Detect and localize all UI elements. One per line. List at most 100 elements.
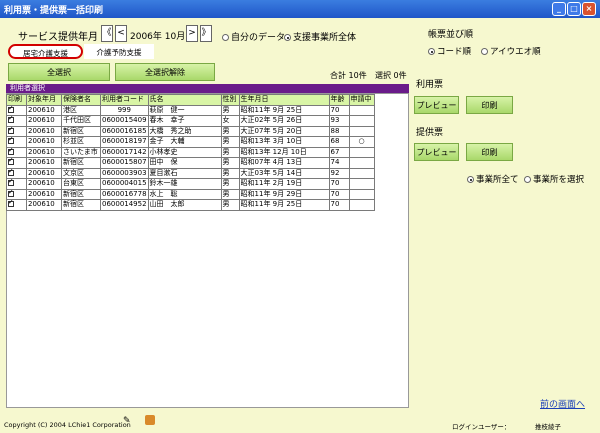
tab-kaigo-yobo-shien[interactable]: 介護予防支援	[84, 44, 154, 59]
print-checkbox[interactable]	[8, 127, 14, 134]
prev-month-button[interactable]: <	[115, 25, 127, 42]
cell-pending	[348, 167, 375, 179]
cell-birthdate: 昭和11年 2月 19日	[238, 178, 330, 190]
print-checkbox[interactable]	[8, 179, 14, 187]
table-row[interactable]: 200610文京区0600003903夏目漱石男大正03年 5月 14日92	[6, 167, 375, 179]
cell-print[interactable]	[6, 104, 27, 116]
cell-month: 200610	[26, 199, 62, 211]
teikyohyo-preview-button[interactable]: プレビュー	[414, 143, 459, 161]
table-row[interactable]: 200610新宿区0600016778水上 聡男昭和11年 9月 29日70	[6, 188, 375, 200]
table-row[interactable]: 200610さいたま市0600017142小林孝史男昭和13年 12月 10日6…	[6, 146, 375, 158]
print-checkbox[interactable]	[8, 200, 14, 208]
office-select-radio[interactable]: 事業所を選択	[524, 173, 584, 185]
office-all-radio[interactable]: 事業所全て	[467, 173, 519, 185]
cell-sex: 男	[220, 167, 240, 179]
cell-pending	[348, 178, 375, 190]
cell-insurer: 港区	[61, 104, 101, 116]
riyohyo-preview-button[interactable]: プレビュー	[414, 96, 459, 114]
teikyohyo-print-button[interactable]: 印刷	[466, 143, 513, 161]
maximize-button[interactable]: □	[567, 2, 581, 16]
cell-insurer: 新宿区	[61, 157, 101, 169]
cell-print[interactable]	[6, 178, 27, 190]
cell-birthdate: 大正07年 5月 20日	[238, 125, 330, 137]
cell-pending	[348, 157, 375, 169]
sort-kana-radio[interactable]: アイウエオ順	[481, 45, 541, 57]
cell-insurer: 台東区	[61, 178, 101, 190]
sort-code-radio[interactable]: コード順	[428, 45, 471, 57]
table-row[interactable]: 200610新宿区0600016185大橋 秀之助男大正07年 5月 20日88	[6, 125, 375, 137]
all-office-radio[interactable]: 支援事業所全体	[284, 30, 356, 43]
minimize-button[interactable]: _	[552, 2, 566, 16]
table-row[interactable]: 200610台東区0600004015鈴木一雄男昭和11年 2月 19日70	[6, 178, 375, 190]
user-list-title: 利用者選択	[6, 84, 409, 93]
cell-age: 70	[328, 188, 350, 200]
col-header-user-code: 利用者コード	[100, 94, 149, 106]
cell-month: 200610	[26, 178, 62, 190]
cell-month: 200610	[26, 125, 62, 137]
riyohyo-print-button[interactable]: 印刷	[466, 96, 513, 114]
col-header-age: 年齢	[328, 94, 350, 106]
prev-year-button[interactable]: 《	[101, 25, 113, 42]
cell-print[interactable]	[6, 136, 27, 148]
service-month-label: サービス提供年月	[18, 32, 98, 43]
login-user-name: 推枝綾子	[535, 423, 561, 431]
cell-print[interactable]	[6, 157, 27, 169]
cell-month: 200610	[26, 104, 62, 116]
cell-birthdate: 大正03年 5月 14日	[238, 167, 330, 179]
table-row[interactable]: 200610新宿区0600014952山田 太郎男昭和11年 9月 25日70	[6, 199, 375, 211]
cell-name: 大橋 秀之助	[147, 125, 222, 137]
print-checkbox[interactable]	[8, 116, 14, 124]
cell-user-code: 999	[100, 104, 149, 116]
cell-sex: 女	[220, 115, 240, 127]
print-checkbox[interactable]	[8, 190, 14, 197]
table-row[interactable]: 200610港区999萩原 健一男昭和11年 9月 25日70	[6, 104, 375, 116]
cell-insurer: さいたま市	[61, 146, 101, 158]
deselect-all-button[interactable]: 全選択解除	[115, 63, 215, 81]
cell-name: 田中 保	[147, 157, 222, 169]
cell-insurer: 新宿区	[61, 125, 101, 137]
print-checkbox[interactable]	[8, 106, 14, 113]
print-checkbox[interactable]	[8, 169, 14, 176]
print-checkbox[interactable]	[8, 137, 14, 145]
close-button[interactable]: ×	[582, 2, 596, 16]
cell-print[interactable]	[6, 146, 27, 158]
table-row[interactable]: 200610新宿区0600015807田中 保男昭和07年 4月 13日74	[6, 157, 375, 169]
cell-user-code: 0600014952	[100, 199, 149, 211]
cell-month: 200610	[26, 167, 62, 179]
sort-code-label: コード順	[437, 47, 472, 57]
cell-age: 70	[328, 178, 350, 190]
cell-age: 88	[328, 125, 350, 137]
cell-age: 70	[328, 199, 350, 211]
cell-age: 68	[328, 136, 350, 148]
cell-birthdate: 昭和13年 12月 10日	[238, 146, 330, 158]
cell-insurer: 千代田区	[61, 115, 101, 127]
cell-month: 200610	[26, 188, 62, 200]
back-link[interactable]: 前の画面へ	[540, 397, 585, 410]
table-row[interactable]: 200610千代田区0600015409春木 幸子女大正02年 5月 26日93	[6, 115, 375, 127]
cell-age: 92	[328, 167, 350, 179]
select-all-button[interactable]: 全選択	[8, 63, 110, 81]
cell-print[interactable]	[6, 188, 27, 200]
print-checkbox[interactable]	[8, 148, 14, 155]
table-row[interactable]: 200610杉並区0600018197金子 大輔男昭和13年 3月 10日68○	[6, 136, 375, 148]
cell-print[interactable]	[6, 125, 27, 137]
cell-age: 74	[328, 157, 350, 169]
radio-icon	[222, 34, 229, 41]
own-data-radio[interactable]: 自分のデータ	[222, 30, 285, 43]
cell-print[interactable]	[6, 115, 27, 127]
cell-pending	[348, 146, 375, 158]
year-month-display: 2006年 10月	[130, 32, 186, 42]
cell-print[interactable]	[6, 167, 27, 179]
cell-print[interactable]	[6, 199, 27, 211]
print-checkbox[interactable]	[8, 158, 14, 166]
tab-kyotaku-kaigo-shien[interactable]: 居宅介護支援	[8, 44, 83, 59]
cell-insurer: 新宿区	[61, 188, 101, 200]
cell-name: 春木 幸子	[147, 115, 222, 127]
radio-icon	[524, 176, 531, 183]
next-year-button[interactable]: 》	[200, 25, 212, 42]
table-header-row: 印刷 対象年月 保険者名 利用者コード 氏名 性別 生年月日 年齢 申請中	[6, 94, 375, 106]
next-month-button[interactable]: >	[186, 25, 198, 42]
col-header-print: 印刷	[6, 94, 27, 106]
cell-insurer: 新宿区	[61, 199, 101, 211]
cell-birthdate: 昭和11年 9月 25日	[238, 104, 330, 116]
